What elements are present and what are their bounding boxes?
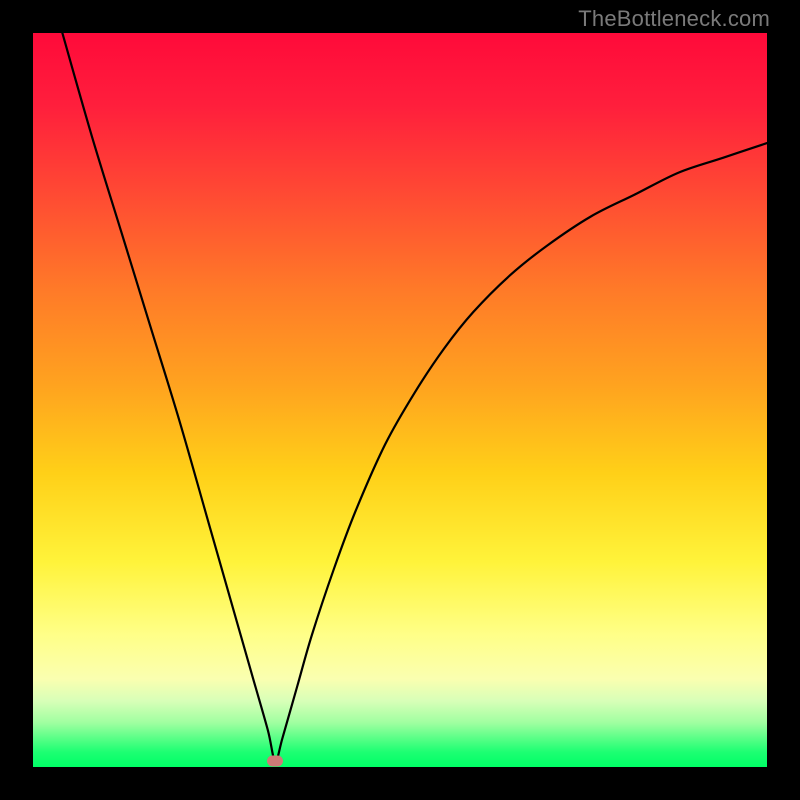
optimum-marker <box>267 756 283 767</box>
plot-area <box>33 33 767 767</box>
bottleneck-curve <box>33 33 767 767</box>
chart-frame: TheBottleneck.com <box>0 0 800 800</box>
attribution-text: TheBottleneck.com <box>578 6 770 32</box>
